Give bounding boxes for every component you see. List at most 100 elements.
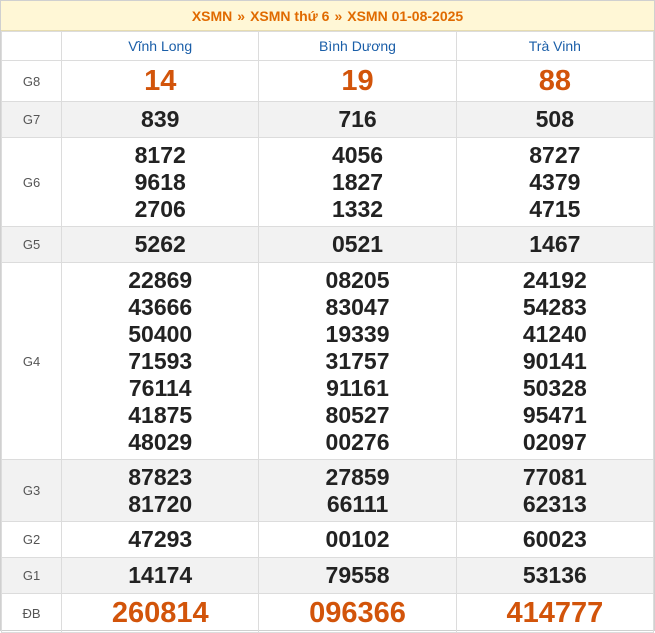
winning-number: 8727 <box>529 141 581 168</box>
winning-number: 54283 <box>522 293 587 320</box>
winning-number: 53136 <box>522 562 587 588</box>
prize-row: G5 5262 0521 1467 <box>0 226 655 263</box>
prize-cell: 414777 <box>455 593 655 633</box>
prize-row: G2 47293 00102 60023 <box>0 521 655 558</box>
winning-number: 22869 <box>128 266 193 293</box>
highlight-number: 88 <box>538 65 571 97</box>
prize-cell: 4056 1827 1332 <box>258 137 457 227</box>
prize-cell: 88 <box>455 60 655 102</box>
highlight-number: 096366 <box>309 597 406 629</box>
prize-cell: 24192 54283 41240 90141 50328 95471 02097 <box>455 262 655 460</box>
winning-number: 00102 <box>325 526 390 552</box>
winning-number: 2706 <box>134 195 186 222</box>
results-table-container: XSMN » XSMN thứ 6 » XSMN 01-08-2025 Vĩnh… <box>0 0 655 633</box>
winning-number: 19339 <box>325 320 390 347</box>
prize-cell: 22869 43666 50400 71593 76114 41875 48029 <box>61 262 260 460</box>
winning-number: 43666 <box>128 293 193 320</box>
winning-number: 77081 <box>522 463 587 490</box>
winning-number: 14174 <box>128 562 193 588</box>
results-body: G8 14 19 88 G7 839 716 508 G6 8172 9618 2706 4056 182… <box>0 60 655 633</box>
prize-row: G4 22869 43666 50400 71593 76114 41875 48029 082… <box>0 262 655 460</box>
winning-number: 50400 <box>128 320 193 347</box>
winning-number: 9618 <box>134 168 186 195</box>
province-header-tra-vinh[interactable]: Trà Vinh <box>455 31 655 61</box>
prize-row: G1 14174 79558 53136 <box>0 557 655 594</box>
prize-label: G1 <box>0 557 63 594</box>
province-header-binh-duong[interactable]: Bình Dương <box>258 31 457 61</box>
prize-cell: 08205 83047 19339 31757 91161 80527 00276 <box>258 262 457 460</box>
prize-cell: 60023 <box>455 521 655 558</box>
prize-cell: 27859 66111 <box>258 459 457 522</box>
prize-cell: 19 <box>258 60 457 102</box>
prize-label: G5 <box>0 226 63 263</box>
winning-number: 1332 <box>331 195 384 222</box>
breadcrumb-link-current-date[interactable]: XSMN 01-08-2025 <box>347 8 463 24</box>
prize-label: G3 <box>0 459 63 522</box>
prize-row: G6 8172 9618 2706 4056 1827 1332 8727 4379 4715 <box>0 137 655 227</box>
prize-cell: 79558 <box>258 557 457 594</box>
winning-number: 5262 <box>134 231 186 257</box>
winning-number: 41875 <box>128 401 193 428</box>
winning-number: 81720 <box>128 490 193 517</box>
prize-cell: 77081 62313 <box>455 459 655 522</box>
prize-row: G3 87823 81720 27859 66111 77081 62313 <box>0 459 655 522</box>
prize-cell: 14 <box>61 60 260 102</box>
prize-label: G4 <box>0 262 63 460</box>
winning-number: 90141 <box>522 347 587 374</box>
winning-number: 50328 <box>522 374 587 401</box>
prize-cell: 47293 <box>61 521 260 558</box>
prize-cell: 096366 <box>258 593 457 633</box>
prize-cell: 5262 <box>61 226 260 263</box>
winning-number: 08205 <box>325 266 390 293</box>
breadcrumb-link-xsmn-friday[interactable]: XSMN thứ 6 <box>250 8 329 24</box>
highlight-number: 260814 <box>111 597 209 629</box>
winning-number: 1467 <box>529 231 581 257</box>
winning-number: 83047 <box>325 293 390 320</box>
winning-number: 87823 <box>128 463 193 490</box>
winning-number: 91161 <box>326 374 389 401</box>
winning-number: 24192 <box>522 266 587 293</box>
highlight-number: 19 <box>341 65 374 97</box>
prize-cell: 87823 81720 <box>61 459 260 522</box>
prize-cell: 8727 4379 4715 <box>455 137 655 227</box>
winning-number: 00276 <box>325 428 390 455</box>
winning-number: 66111 <box>326 490 389 517</box>
province-header-vinh-long[interactable]: Vĩnh Long <box>61 31 260 61</box>
prize-label: G8 <box>0 60 63 102</box>
lottery-results-table: Vĩnh Long Bình Dương Trà Vinh G8 14 19 88 G7… <box>0 31 655 633</box>
prize-cell: 53136 <box>455 557 655 594</box>
winning-number: 27859 <box>325 463 390 490</box>
winning-number: 716 <box>338 106 377 132</box>
winning-number: 48029 <box>128 428 193 455</box>
prize-label: G7 <box>0 101 63 138</box>
winning-number: 41240 <box>522 320 587 347</box>
highlight-number: 14 <box>144 65 177 97</box>
winning-number: 47293 <box>128 526 193 552</box>
prize-cell: 14174 <box>61 557 260 594</box>
highlight-number: 414777 <box>506 597 604 629</box>
prize-cell: 8172 9618 2706 <box>61 137 260 227</box>
breadcrumb-separator: » <box>237 7 246 24</box>
winning-number: 02097 <box>522 428 587 455</box>
prize-cell: 00102 <box>258 521 457 558</box>
winning-number: 80527 <box>325 401 390 428</box>
corner-cell <box>0 31 63 61</box>
breadcrumb-separator: » <box>334 7 343 24</box>
prize-row: ĐB 260814 096366 414777 <box>0 593 655 633</box>
winning-number: 1827 <box>331 168 384 195</box>
prize-label: G6 <box>0 137 63 227</box>
prize-row: G8 14 19 88 <box>0 60 655 102</box>
breadcrumb-link-xsmn[interactable]: XSMN <box>192 8 232 24</box>
winning-number: 79558 <box>325 562 390 588</box>
winning-number: 31757 <box>325 347 390 374</box>
winning-number: 4715 <box>529 195 581 222</box>
prize-label: ĐB <box>0 593 63 633</box>
winning-number: 95471 <box>522 401 587 428</box>
winning-number: 8172 <box>134 141 186 168</box>
winning-number: 76114 <box>128 374 192 401</box>
winning-number: 71593 <box>128 347 193 374</box>
prize-cell: 716 <box>258 101 457 138</box>
prize-label: G2 <box>0 521 63 558</box>
prize-row: G7 839 716 508 <box>0 101 655 138</box>
winning-number: 4056 <box>331 141 384 168</box>
